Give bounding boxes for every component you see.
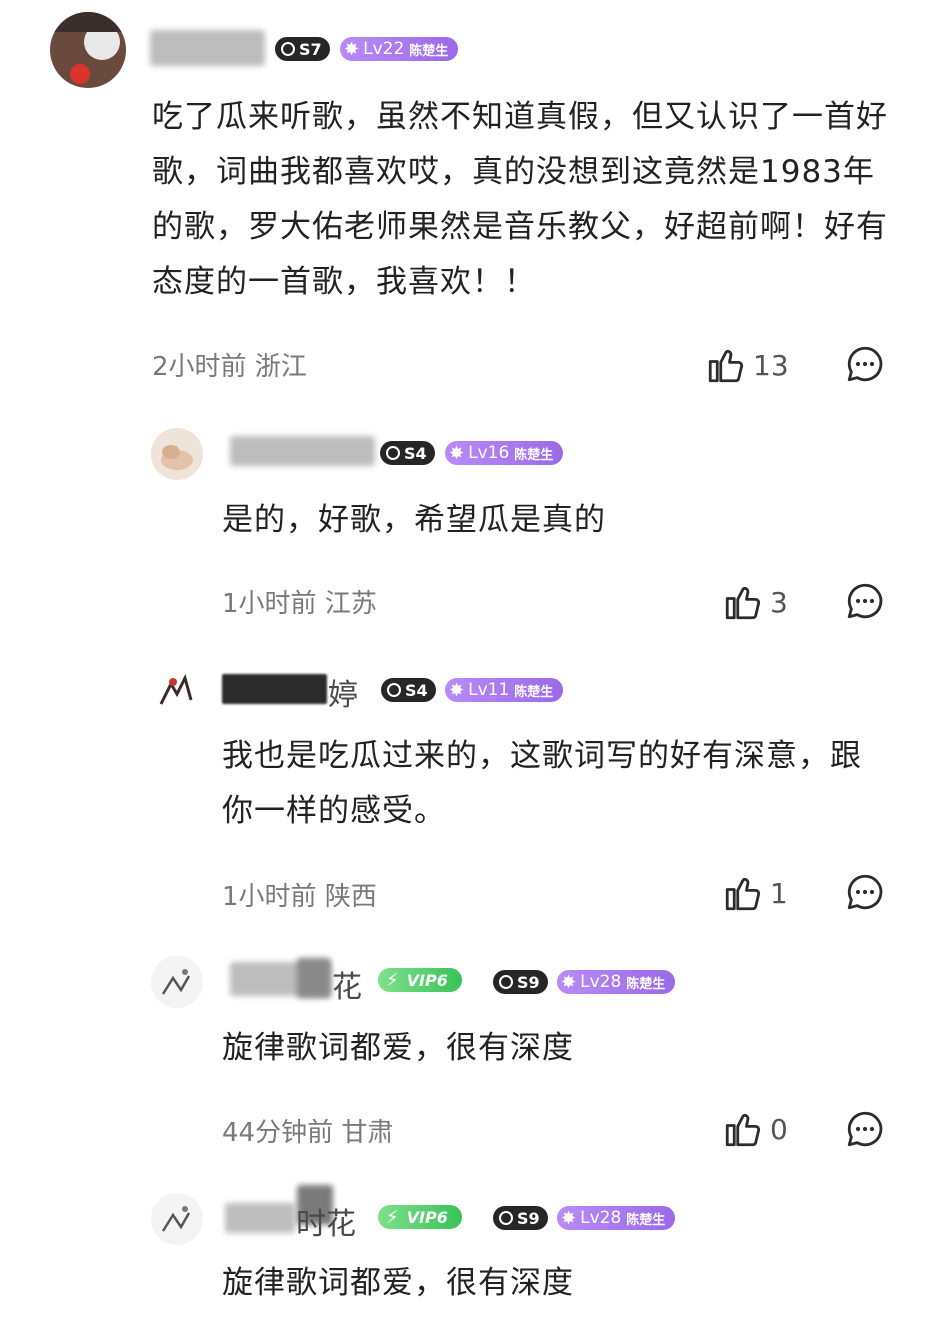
level-badge: ✸ Lv11 陈楚生 bbox=[445, 678, 564, 702]
season-badge: S4 bbox=[380, 441, 435, 465]
season-badge: S9 bbox=[493, 970, 548, 994]
level-badge: ✸ Lv16 陈楚生 bbox=[445, 441, 564, 465]
comment-time: 1小时前 bbox=[222, 882, 317, 912]
username[interactable]: 婷 bbox=[328, 670, 358, 714]
reply-item: 婷 S4 ✸ Lv11 陈楚生 我也是吃瓜过来的，这歌词写的好有深意，跟你一样的… bbox=[0, 648, 944, 938]
comment-item: S7 ✸ Lv22 陈楚生 吃了瓜来听歌，虽然不知道真假，但又认识了一首好歌，词… bbox=[0, 0, 944, 410]
comment-bubble-icon[interactable] bbox=[844, 1108, 886, 1150]
sparkle-icon: ✸ bbox=[344, 38, 360, 60]
vip-badge: ⚡ VIP6 bbox=[378, 968, 462, 992]
sparkle-icon: ✸ bbox=[449, 442, 465, 464]
avatar[interactable] bbox=[151, 428, 203, 480]
comment-meta: 1小时前 江苏 bbox=[222, 583, 377, 620]
avatar[interactable] bbox=[151, 1193, 203, 1245]
comment-location: 陕西 bbox=[324, 882, 377, 912]
username-redacted bbox=[297, 958, 331, 998]
username-redacted bbox=[222, 674, 327, 704]
comment-bubble-icon[interactable] bbox=[844, 580, 886, 622]
comment-meta: 1小时前 陕西 bbox=[222, 876, 377, 913]
comment-text: 旋律歌词都爱，很有深度 bbox=[222, 1030, 574, 1066]
comment-text: 是的，好歌，希望瓜是真的 bbox=[222, 502, 606, 538]
level-badge: ✸ Lv28 陈楚生 bbox=[557, 970, 676, 994]
comment-meta: 44分钟前 甘肃 bbox=[222, 1112, 393, 1149]
comment-bubble-icon[interactable] bbox=[844, 343, 886, 385]
username-redacted bbox=[150, 30, 265, 66]
level-badge: ✸ Lv22 陈楚生 bbox=[340, 37, 459, 61]
thumbs-up-icon bbox=[725, 1113, 761, 1147]
comment-location: 江苏 bbox=[324, 589, 377, 619]
username[interactable]: 时花 bbox=[296, 1199, 356, 1243]
like-count: 13 bbox=[753, 348, 789, 382]
reply-item: 花 ⚡ VIP6 S9 ✸ Lv28 陈楚生 旋律歌词都爱，很有深度 44分钟前 … bbox=[0, 938, 944, 1183]
comment-text: 我也是吃瓜过来的，这歌词写的好有深意，跟你一样的感受。 bbox=[222, 738, 862, 829]
season-badge: S7 bbox=[275, 37, 330, 61]
level-badge: ✸ Lv28 陈楚生 bbox=[557, 1206, 676, 1230]
like-count: 3 bbox=[770, 585, 788, 619]
username[interactable]: 花 bbox=[332, 962, 362, 1006]
comment-time: 1小时前 bbox=[222, 589, 317, 619]
lightning-icon: ⚡ bbox=[386, 969, 399, 991]
reply-item: S4 ✸ Lv16 陈楚生 是的，好歌，希望瓜是真的 1小时前 江苏 3 bbox=[0, 410, 944, 648]
sparkle-icon: ✸ bbox=[449, 679, 465, 701]
like-button[interactable]: 1 bbox=[722, 872, 788, 914]
lightning-icon: ⚡ bbox=[386, 1206, 399, 1228]
reply-item: 时花 ⚡ VIP6 S9 ✸ Lv28 陈楚生 旋律歌词都爱，很有深度 bbox=[0, 1183, 944, 1343]
comment-location: 浙江 bbox=[254, 352, 307, 382]
avatar[interactable] bbox=[151, 664, 203, 716]
sparkle-icon: ✸ bbox=[561, 971, 577, 993]
vip-badge: ⚡ VIP6 bbox=[378, 1205, 462, 1229]
comment-meta: 2小时前 浙江 bbox=[152, 346, 307, 383]
like-count: 0 bbox=[770, 1112, 788, 1146]
comment-time: 2小时前 bbox=[152, 352, 247, 382]
avatar[interactable] bbox=[151, 956, 203, 1008]
thumbs-up-icon bbox=[725, 877, 761, 911]
comment-text: 吃了瓜来听歌，虽然不知道真假，但又认识了一首好歌，词曲我都喜欢哎，真的没想到这竟… bbox=[152, 99, 888, 300]
comment-location: 甘肃 bbox=[341, 1118, 394, 1148]
thumbs-up-icon bbox=[725, 586, 761, 620]
like-button[interactable]: 3 bbox=[722, 581, 788, 623]
comment-bubble-icon[interactable] bbox=[844, 871, 886, 913]
thumbs-up-icon bbox=[708, 349, 744, 383]
like-button[interactable]: 0 bbox=[722, 1108, 788, 1150]
like-count: 1 bbox=[770, 876, 788, 910]
season-badge: S9 bbox=[493, 1206, 548, 1230]
like-button[interactable]: 13 bbox=[705, 344, 789, 386]
username-redacted bbox=[230, 436, 375, 466]
season-badge: S4 bbox=[381, 678, 436, 702]
comment-text: 旋律歌词都爱，很有深度 bbox=[222, 1265, 574, 1301]
username-redacted bbox=[225, 1203, 295, 1233]
comment-time: 44分钟前 bbox=[222, 1118, 334, 1148]
avatar[interactable] bbox=[50, 12, 126, 88]
sparkle-icon: ✸ bbox=[561, 1207, 577, 1229]
